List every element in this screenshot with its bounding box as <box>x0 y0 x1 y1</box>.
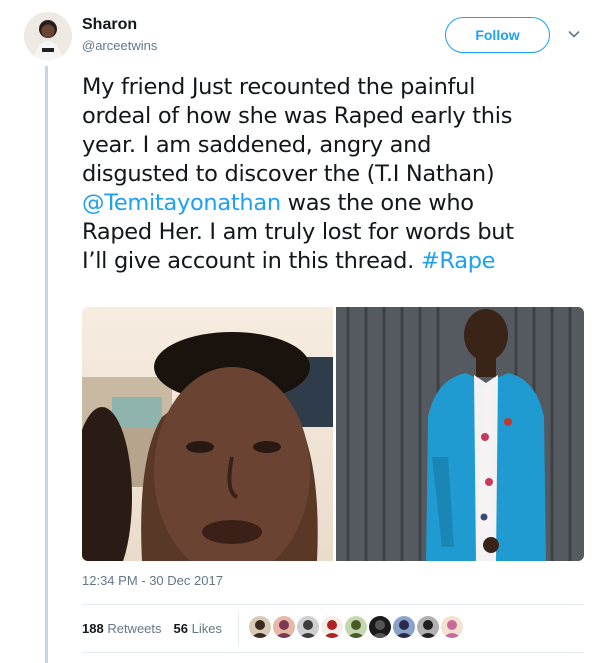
tweet-text-segment: ordeal of how she was Raped early this <box>82 103 513 129</box>
author-display-name[interactable]: Sharon <box>82 16 137 34</box>
liker-avatar[interactable] <box>393 616 415 638</box>
divider-top <box>82 604 584 605</box>
liker-avatar[interactable] <box>441 616 463 638</box>
tweet-timestamp[interactable]: 12:34 PM - 30 Dec 2017 <box>82 573 223 588</box>
liker-avatar[interactable] <box>321 616 343 638</box>
tweet-text-line: My friend Just recounted the painful <box>82 73 582 102</box>
divider-bottom <box>82 652 584 653</box>
hashtag-link[interactable]: #Rape <box>421 248 496 274</box>
likes-stat[interactable]: 56 Likes <box>174 621 222 636</box>
tweet-media[interactable] <box>82 307 584 561</box>
tweet-photo-selfie[interactable] <box>82 307 333 561</box>
tweet-text-segment: I’ll give account in this thread. <box>82 248 421 274</box>
stats-separator <box>238 612 239 646</box>
thread-connector-line <box>45 66 48 663</box>
liker-avatar[interactable] <box>369 616 391 638</box>
tweet-text-line: disgusted to discover the (T.I Nathan) <box>82 160 582 189</box>
tweet-text-line: ordeal of how she was Raped early this <box>82 102 582 131</box>
follow-button[interactable]: Follow <box>445 17 550 53</box>
tweet-stats: 188 Retweets 56 Likes <box>82 621 222 636</box>
tweet-text-segment: My friend Just recounted the painful <box>82 74 476 100</box>
likes-count: 56 <box>173 621 188 636</box>
tweet-text-segment: year. I am saddened, angry and <box>82 132 432 158</box>
likes-label: Likes <box>191 621 222 636</box>
retweets-stat[interactable]: 188 Retweets <box>82 621 162 636</box>
tweet-text: My friend Just recounted the painful orde… <box>82 73 582 276</box>
tweet-text-segment: disgusted to discover the (T.I Nathan) <box>82 161 495 187</box>
tweet-photo-blue-suit[interactable] <box>336 307 584 561</box>
liker-avatar[interactable] <box>297 616 319 638</box>
tweet-text-segment: Raped Her. I am truly lost for words but <box>82 219 514 245</box>
author-avatar[interactable] <box>24 12 72 60</box>
tweet-text-line: @Temitayonathan was the one who <box>82 189 582 218</box>
tweet-text-line: I’ll give account in this thread. #Rape <box>82 247 582 276</box>
liker-avatar[interactable] <box>345 616 367 638</box>
liker-avatar[interactable] <box>417 616 439 638</box>
liker-avatars <box>249 616 463 638</box>
mention-link[interactable]: @Temitayonathan <box>82 190 281 216</box>
tweet-text-segment: was the one who <box>280 190 474 216</box>
liker-avatar[interactable] <box>273 616 295 638</box>
retweets-count: 188 <box>82 621 104 636</box>
tweet-text-line: year. I am saddened, angry and <box>82 131 582 160</box>
author-handle[interactable]: @arceetwins <box>82 38 157 53</box>
chevron-down-icon[interactable] <box>566 26 582 42</box>
liker-avatar[interactable] <box>249 616 271 638</box>
tweet-text-line: Raped Her. I am truly lost for words but <box>82 218 582 247</box>
retweets-label: Retweets <box>107 621 162 636</box>
